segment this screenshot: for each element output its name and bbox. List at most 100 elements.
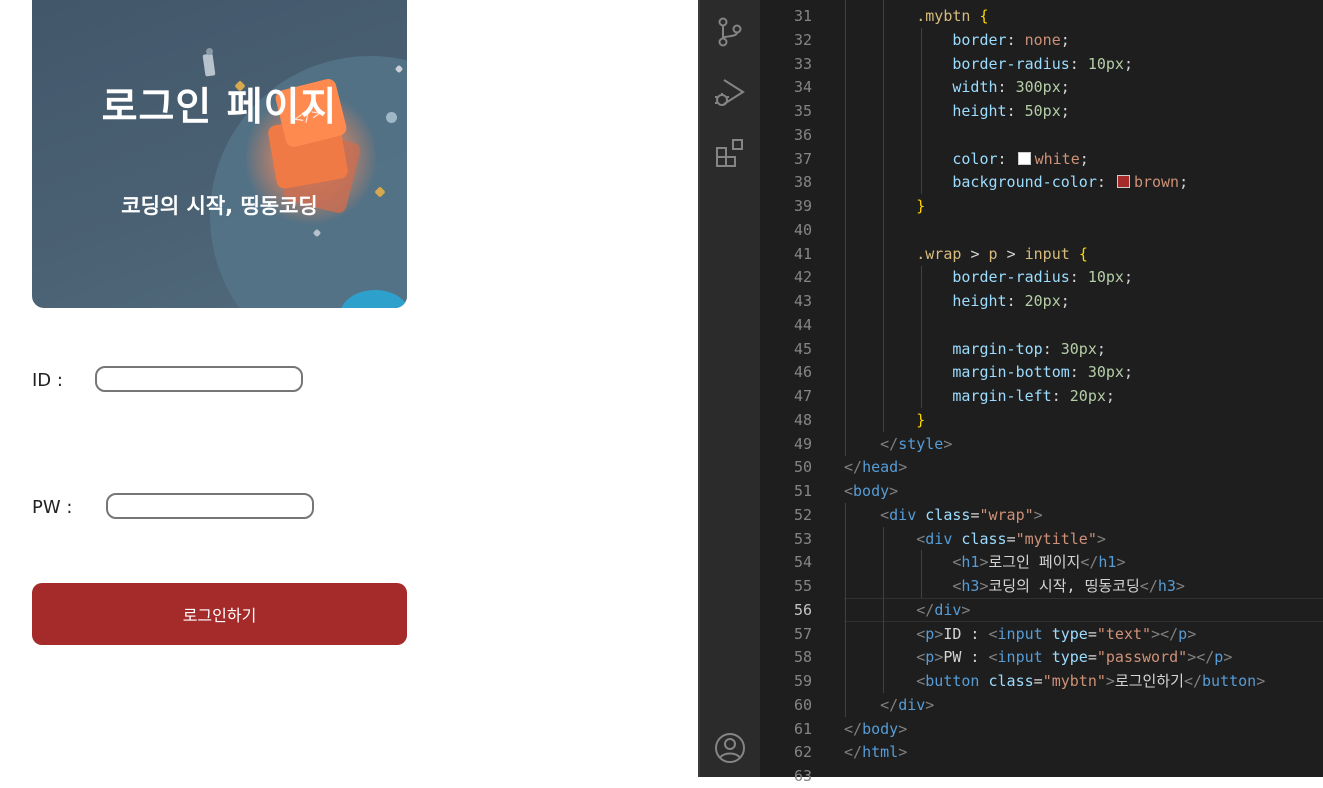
code-line: } xyxy=(844,194,925,218)
tag-bracket: > xyxy=(1033,506,1043,524)
css-property: border-radius xyxy=(952,268,1070,286)
line-number: 35 xyxy=(793,102,812,120)
run-debug-icon[interactable] xyxy=(713,76,747,110)
punct: > xyxy=(1006,245,1016,263)
html-tag: div xyxy=(934,601,962,619)
css-property: color xyxy=(952,150,998,168)
line-number: 62 xyxy=(793,743,812,761)
html-text: 로그인 페이지 xyxy=(988,553,1081,571)
line-number: 63 xyxy=(793,767,812,785)
css-selector: p xyxy=(988,245,998,263)
activity-bar xyxy=(698,0,760,777)
color-swatch[interactable] xyxy=(1017,152,1031,165)
css-property: border-radius xyxy=(952,55,1070,73)
html-tag: p xyxy=(1178,625,1188,643)
page-title: 로그인 페이지 xyxy=(101,85,338,130)
code-line: <button class="mybtn">로그인하기</button> xyxy=(844,669,1265,693)
punct: : xyxy=(1042,340,1052,358)
html-tag: div xyxy=(898,696,926,714)
account-icon[interactable] xyxy=(713,731,747,765)
html-tag: input xyxy=(997,625,1043,643)
pw-label: PW : xyxy=(32,497,73,518)
line-number: 43 xyxy=(793,292,812,310)
html-attr: class xyxy=(988,672,1034,690)
html-tag: h1 xyxy=(1098,553,1117,571)
html-tag: p xyxy=(925,648,935,666)
line-number: 36 xyxy=(793,126,812,144)
html-tag: button xyxy=(1202,672,1257,690)
punct: ; xyxy=(1060,78,1070,96)
punct: : xyxy=(1069,268,1079,286)
tag-bracket: > xyxy=(898,720,908,738)
tag-bracket: < xyxy=(916,625,926,643)
code-line: <p>PW : <input type="password"></p> xyxy=(844,645,1232,669)
tag-bracket: > xyxy=(1256,672,1266,690)
tag-bracket: > xyxy=(889,482,899,500)
tag-bracket: > xyxy=(1187,648,1197,666)
html-tag: h3 xyxy=(961,577,980,595)
html-tag: p xyxy=(1214,648,1224,666)
id-input[interactable] xyxy=(95,366,303,392)
line-number: 47 xyxy=(793,387,812,405)
tag-bracket: < xyxy=(988,648,998,666)
tag-bracket: </ xyxy=(844,458,863,476)
line-number: 40 xyxy=(793,221,812,239)
tag-bracket: </ xyxy=(880,435,899,453)
html-text: 코딩의 시작, 띵동코딩 xyxy=(988,577,1140,595)
line-number: 34 xyxy=(793,78,812,96)
punct: : xyxy=(997,78,1007,96)
code-line: <div class="mytitle"> xyxy=(844,527,1106,551)
banner-decoration xyxy=(202,53,216,77)
code-line-current: </div> xyxy=(844,598,970,622)
line-number: 52 xyxy=(793,506,812,524)
tag-bracket: </ xyxy=(1183,672,1203,690)
css-selector: .wrap xyxy=(916,245,962,263)
html-attr: class xyxy=(961,530,1007,548)
code-editor: 31 32 33 34 35 36 37 38 39 40 41 42 43 4… xyxy=(698,0,1323,785)
browser-preview: </> 로그인 페이지 코딩의 시작, 띵동코딩 ID : PW : 로그인하기 xyxy=(0,0,698,777)
color-swatch[interactable] xyxy=(1116,175,1130,188)
punct: ; xyxy=(1123,55,1133,73)
extensions-icon[interactable] xyxy=(713,136,747,170)
tag-bracket: > xyxy=(1116,553,1126,571)
password-input[interactable] xyxy=(106,493,314,519)
code-line: color: white; xyxy=(844,147,1088,171)
css-value: 30px xyxy=(1087,363,1124,381)
css-value: 20px xyxy=(1024,292,1061,310)
tag-bracket: > xyxy=(934,625,944,643)
punct: = xyxy=(1006,530,1016,548)
html-tag: button xyxy=(925,672,980,690)
css-property: margin-top xyxy=(952,340,1043,358)
line-number: 50 xyxy=(793,458,812,476)
line-number: 57 xyxy=(793,625,812,643)
code-line: <h1>로그인 페이지</h1> xyxy=(844,550,1126,574)
html-text: ID : xyxy=(943,625,989,643)
html-tag: head xyxy=(862,458,899,476)
punct: = xyxy=(1033,672,1043,690)
punct: : xyxy=(1006,102,1016,120)
html-attr: type xyxy=(1051,625,1088,643)
code-line: height: 50px; xyxy=(844,99,1069,123)
line-number: 44 xyxy=(793,316,812,334)
line-number: 55 xyxy=(793,577,812,595)
code-line: background-color: brown; xyxy=(844,170,1188,194)
css-brace: { xyxy=(1078,245,1088,263)
css-property: background-color xyxy=(952,173,1097,191)
line-number: 41 xyxy=(793,245,812,263)
punct: ; xyxy=(1123,268,1133,286)
line-number: 48 xyxy=(793,411,812,429)
login-button[interactable]: 로그인하기 xyxy=(32,583,407,645)
punct: ; xyxy=(1179,173,1189,191)
tag-bracket: > xyxy=(1105,672,1115,690)
css-value: 20px xyxy=(1069,387,1106,405)
html-tag: div xyxy=(889,506,917,524)
html-tag: div xyxy=(925,530,953,548)
code-area[interactable]: .mybtn { border: none; border-radius: 10… xyxy=(844,0,1323,777)
css-property: border xyxy=(952,31,1007,49)
tag-bracket: > xyxy=(925,696,935,714)
source-control-icon[interactable] xyxy=(713,15,747,49)
css-value: brown xyxy=(1133,173,1180,191)
code-line: border-radius: 10px; xyxy=(844,265,1133,289)
line-number: 37 xyxy=(793,150,812,168)
punct: : xyxy=(1069,363,1079,381)
